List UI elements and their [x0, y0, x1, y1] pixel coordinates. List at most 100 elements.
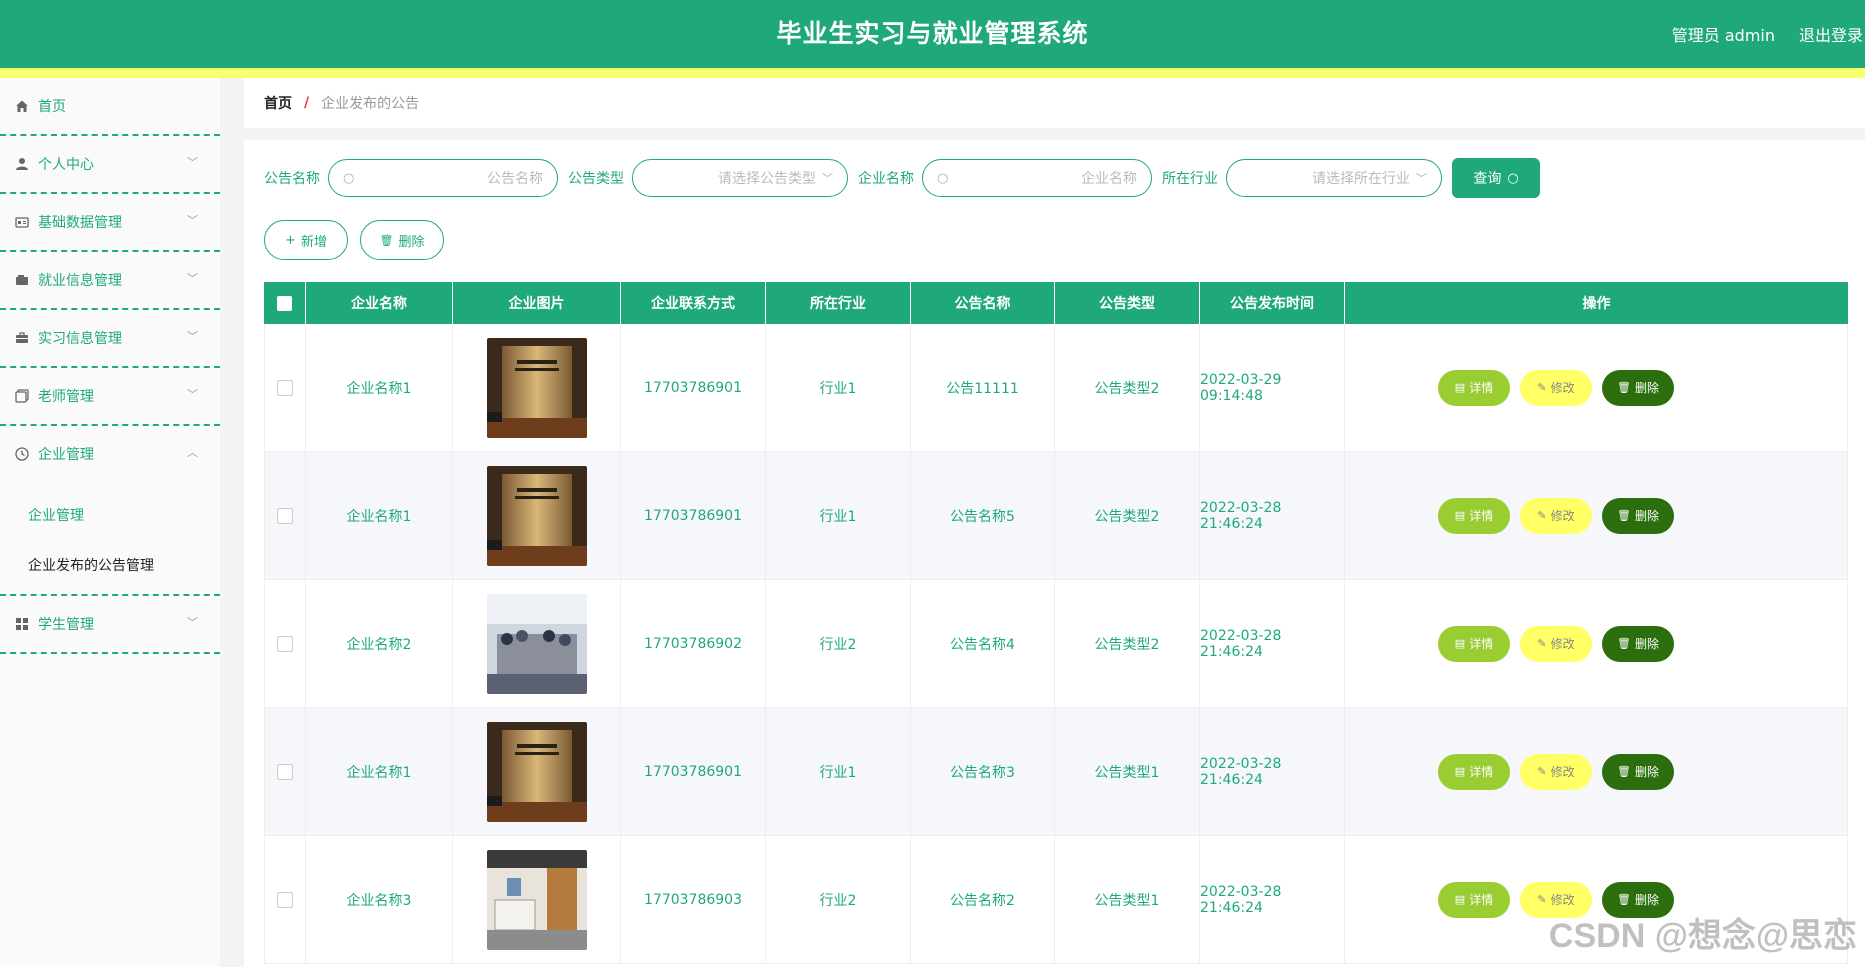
- company-photo[interactable]: [486, 721, 587, 822]
- sidebar-item-teachers[interactable]: 老师管理 ﹀: [0, 368, 220, 426]
- breadcrumb-separator: /: [304, 95, 310, 111]
- sidebar-item-label: 就业信息管理: [38, 273, 122, 289]
- chevron-down-icon: ﹀: [187, 272, 198, 285]
- pencil-icon: ✎: [1537, 765, 1547, 778]
- phone-cell: 17703786901: [621, 452, 766, 579]
- edit-button[interactable]: ✎ 修改: [1520, 369, 1592, 406]
- notice-type-select[interactable]: 请选择公告类型 ﹀: [632, 159, 848, 197]
- chevron-down-icon: ﹀: [187, 388, 198, 401]
- submenu-item-enterprise-notices[interactable]: 企业发布的公告管理: [0, 540, 220, 590]
- company-name-cell: 企业名称1: [306, 452, 453, 579]
- row-select-cell: [264, 324, 306, 451]
- detail-label: 详情: [1469, 893, 1494, 907]
- publish-time-cell: 2022-03-28 21:46:24: [1200, 580, 1345, 707]
- trash-icon: 🗑: [1617, 381, 1631, 394]
- logout-link[interactable]: 退出登录: [1799, 22, 1863, 46]
- col-header[interactable]: 公告名称: [911, 282, 1055, 324]
- edit-label: 修改: [1550, 765, 1575, 779]
- chevron-down-icon: ﹀: [1416, 172, 1427, 185]
- sidebar-item-students[interactable]: 学生管理 ﹀: [0, 596, 220, 654]
- notice-name-cell: 公告11111: [911, 324, 1055, 451]
- detail-label: 详情: [1469, 381, 1494, 395]
- col-header[interactable]: 公告类型: [1055, 282, 1200, 324]
- company-photo[interactable]: [486, 337, 587, 438]
- detail-button[interactable]: ▤ 详情: [1438, 753, 1510, 790]
- row-checkbox[interactable]: [277, 891, 293, 908]
- notice-name-cell: 公告名称4: [911, 580, 1055, 707]
- notice-name-placeholder: 公告名称: [487, 171, 543, 187]
- company-photo[interactable]: [486, 593, 587, 694]
- user-icon: [14, 156, 30, 172]
- delete-button[interactable]: 🗑 删除: [1602, 753, 1674, 790]
- edit-button[interactable]: ✎ 修改: [1520, 625, 1592, 662]
- col-header[interactable]: 企业图片: [453, 282, 621, 324]
- grid-icon: [14, 616, 30, 632]
- company-photo[interactable]: [486, 465, 587, 566]
- operations-cell: ▤ 详情 ✎ 修改 🗑 删除: [1345, 708, 1848, 835]
- app-title: 毕业生实习与就业管理系统: [776, 19, 1089, 48]
- delete-button[interactable]: 🗑 删除: [1602, 625, 1674, 662]
- detail-button[interactable]: ▤ 详情: [1438, 625, 1510, 662]
- sidebar-item-label: 学生管理: [38, 617, 94, 633]
- company-name-input[interactable]: ○ 企业名称: [922, 159, 1152, 197]
- sidebar-item-internship[interactable]: 实习信息管理 ﹀: [0, 310, 220, 368]
- detail-button[interactable]: ▤ 详情: [1438, 497, 1510, 534]
- row-checkbox[interactable]: [277, 635, 293, 652]
- sidebar-item-personal[interactable]: 个人中心 ﹀: [0, 136, 220, 194]
- col-header[interactable]: 所在行业: [766, 282, 911, 324]
- detail-button[interactable]: ▤ 详情: [1438, 881, 1510, 918]
- company-photo[interactable]: [486, 849, 587, 950]
- id-card-icon: [14, 214, 30, 230]
- sidebar-item-label: 企业管理: [38, 447, 94, 463]
- document-icon: ▤: [1454, 637, 1466, 650]
- pencil-icon: ✎: [1537, 893, 1547, 906]
- col-header[interactable]: 企业名称: [306, 282, 453, 324]
- row-checkbox[interactable]: [277, 379, 293, 396]
- sidebar-item-base-data[interactable]: 基础数据管理 ﹀: [0, 194, 220, 252]
- breadcrumb-current: 企业发布的公告: [321, 96, 420, 112]
- chevron-down-icon: ﹀: [822, 172, 833, 185]
- briefcase-icon: [14, 330, 30, 346]
- search-icon: ○: [1507, 170, 1519, 186]
- company-image-cell: [453, 452, 621, 579]
- sidebar-item-enterprise[interactable]: 企业管理 ︿: [0, 426, 220, 482]
- row-checkbox[interactable]: [277, 763, 293, 780]
- col-header[interactable]: 企业联系方式: [621, 282, 766, 324]
- detail-button[interactable]: ▤ 详情: [1438, 369, 1510, 406]
- submenu-item-enterprise[interactable]: 企业管理: [0, 490, 220, 540]
- row-checkbox[interactable]: [277, 507, 293, 524]
- notice-type-label: 公告类型: [568, 171, 624, 187]
- delete-button[interactable]: 🗑 删除: [1602, 497, 1674, 534]
- edit-button[interactable]: ✎ 修改: [1520, 497, 1592, 534]
- query-button[interactable]: 查询 ○: [1452, 158, 1540, 198]
- notice-type-cell: 公告类型2: [1055, 452, 1200, 579]
- notice-type-cell: 公告类型1: [1055, 708, 1200, 835]
- query-button-label: 查询: [1473, 171, 1502, 187]
- select-all-cell: [264, 282, 306, 324]
- trash-icon: 🗑: [1617, 765, 1631, 778]
- sidebar-item-label: 基础数据管理: [38, 215, 122, 231]
- publish-time-cell: 2022-03-28 21:46:24: [1200, 836, 1345, 963]
- notice-name-input[interactable]: ○ 公告名称: [328, 159, 558, 197]
- chevron-down-icon: ﹀: [187, 616, 198, 629]
- top-header: 毕业生实习与就业管理系统 管理员 admin 退出登录: [0, 0, 1865, 68]
- main-content: 公告名称 ○ 公告名称 公告类型 请选择公告类型 ﹀ 企业名称 ○ 企业名称 所…: [244, 140, 1865, 967]
- sidebar-item-employment[interactable]: 就业信息管理 ﹀: [0, 252, 220, 310]
- trash-icon: 🗑: [1617, 893, 1631, 906]
- col-header[interactable]: 公告发布时间: [1200, 282, 1345, 324]
- batch-delete-button[interactable]: 🗑 删除: [360, 220, 444, 260]
- batch-delete-label: 删除: [398, 234, 425, 250]
- add-button-label: 新增: [300, 234, 327, 250]
- sidebar: 首页 个人中心 ﹀ 基础数据管理 ﹀ 就业信息管理 ﹀ 实习信息管理 ﹀ 老师管…: [0, 78, 220, 967]
- delete-button[interactable]: 🗑 删除: [1602, 369, 1674, 406]
- delete-label: 删除: [1634, 893, 1659, 907]
- industry-select[interactable]: 请选择所在行业 ﹀: [1226, 159, 1442, 197]
- sidebar-item-label: 个人中心: [38, 157, 94, 173]
- detail-label: 详情: [1469, 765, 1494, 779]
- add-button[interactable]: + 新增: [264, 220, 348, 260]
- sidebar-item-home[interactable]: 首页: [0, 78, 220, 136]
- edit-button[interactable]: ✎ 修改: [1520, 753, 1592, 790]
- table-row: 企业名称1 17703786901 行业1 公告11111 公告类型2 2022…: [264, 324, 1848, 452]
- breadcrumb-home[interactable]: 首页: [264, 93, 292, 113]
- select-all-checkbox[interactable]: [277, 295, 292, 311]
